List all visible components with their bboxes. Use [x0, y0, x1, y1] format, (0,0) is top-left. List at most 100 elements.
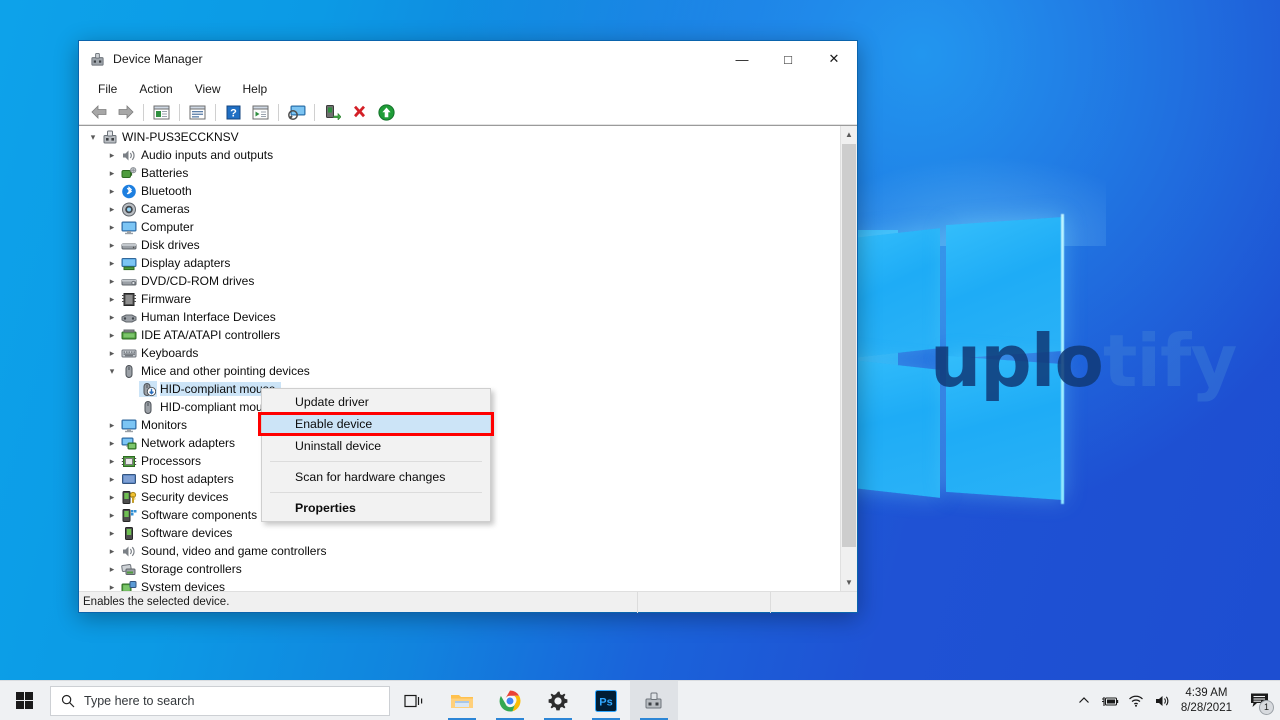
tree-node-4[interactable]: ▸ Computer — [79, 218, 840, 236]
tree-node-22[interactable]: ▸ Sound, video and game controllers — [79, 542, 840, 560]
tree-node-9[interactable]: ▸ Human Interface Devices — [79, 308, 840, 326]
chevron-right-icon[interactable]: ▸ — [104, 200, 120, 218]
file-explorer-button[interactable] — [438, 681, 486, 720]
clock[interactable]: 4:39 AM 8/28/2021 — [1175, 686, 1242, 715]
show-hide-console-tree-button[interactable] — [148, 101, 175, 124]
menu-bar[interactable]: File Action View Help — [79, 78, 857, 100]
chevron-right-icon[interactable]: ▸ — [104, 470, 120, 488]
tree-node-11[interactable]: ▸ Keyboards — [79, 344, 840, 362]
chevron-right-icon[interactable]: ▸ — [104, 308, 120, 326]
display-adapter-icon — [120, 255, 138, 271]
context-menu-item-update-driver[interactable]: Update driver — [262, 391, 490, 413]
tree-node-10[interactable]: ▸ IDE ATA/ATAPI controllers — [79, 326, 840, 344]
device-context-menu[interactable]: Update driver Enable device Uninstall devi… — [261, 388, 491, 522]
menu-view[interactable]: View — [184, 80, 232, 98]
tree-root-node[interactable]: ▾ WIN-PUS3ECCKNSV — [79, 128, 840, 146]
chevron-right-icon[interactable]: ▸ — [104, 578, 120, 591]
network-adapter-icon — [120, 435, 138, 451]
scroll-down-arrow[interactable]: ▼ — [841, 574, 857, 591]
toolbar[interactable]: ? — [79, 100, 857, 125]
uninstall-device-button[interactable] — [346, 101, 373, 124]
tree-node-21[interactable]: ▸ Software devices — [79, 524, 840, 542]
tree-node-label: Batteries — [141, 166, 189, 180]
chevron-right-icon[interactable]: ▸ — [104, 182, 120, 200]
chevron-right-icon[interactable]: ▸ — [104, 236, 120, 254]
tree-node-8[interactable]: ▸ Firmware — [79, 290, 840, 308]
chevron-right-icon[interactable]: ▸ — [104, 434, 120, 452]
title-bar[interactable]: Device Manager — □ ✕ — [79, 41, 857, 78]
disk-drive-icon — [120, 237, 138, 253]
tree-node-label: Security devices — [141, 490, 229, 504]
toolbar-separator — [215, 103, 216, 121]
show-hidden-icons-chevron[interactable] — [1071, 681, 1097, 720]
scan-for-hardware-changes-button[interactable] — [283, 101, 310, 124]
taskbar[interactable]: Type here to search Ps 4:39 AM 8/28/2021… — [0, 680, 1280, 720]
tree-node-1[interactable]: ▸ Batteries — [79, 164, 840, 182]
chevron-right-icon[interactable]: ▸ — [104, 506, 120, 524]
start-button[interactable] — [0, 681, 48, 720]
chevron-right-icon[interactable]: ▸ — [104, 344, 120, 362]
chrome-button[interactable] — [486, 681, 534, 720]
device-manager-window[interactable]: Device Manager — □ ✕ File Action View He… — [78, 40, 858, 613]
minimize-button[interactable]: — — [719, 41, 765, 78]
tree-node-12[interactable]: ▾ Mice and other pointing devices — [79, 362, 840, 380]
chevron-right-icon[interactable]: ▸ — [104, 542, 120, 560]
system-tray[interactable]: 4:39 AM 8/28/2021 1 — [1071, 681, 1280, 720]
chevron-right-icon[interactable]: ▸ — [104, 416, 120, 434]
chevron-right-icon[interactable]: ▸ — [104, 218, 120, 236]
tree-node-23[interactable]: ▸ Storage controllers — [79, 560, 840, 578]
vertical-scrollbar[interactable]: ▲ ▼ — [840, 126, 857, 591]
forward-button[interactable] — [112, 101, 139, 124]
chevron-right-icon[interactable]: ▸ — [104, 326, 120, 344]
context-menu-item-uninstall-device[interactable]: Uninstall device — [262, 435, 490, 457]
volume-icon[interactable] — [1149, 681, 1175, 720]
chevron-down-icon[interactable]: ▾ — [104, 362, 120, 380]
action-center-button[interactable]: 1 — [1242, 681, 1276, 720]
scroll-up-arrow[interactable]: ▲ — [841, 126, 857, 143]
chevron-right-icon[interactable]: ▸ — [104, 164, 120, 182]
tree-node-6[interactable]: ▸ Display adapters — [79, 254, 840, 272]
context-menu-item-enable-device[interactable]: Enable device — [262, 413, 490, 435]
show-hide-action-pane-button[interactable] — [247, 101, 274, 124]
chevron-right-icon[interactable]: ▸ — [104, 146, 120, 164]
chevron-right-icon[interactable]: ▸ — [104, 488, 120, 506]
back-button[interactable] — [85, 101, 112, 124]
search-input[interactable]: Type here to search — [50, 685, 390, 716]
tree-node-7[interactable]: ▸ DVD/CD-ROM drives — [79, 272, 840, 290]
chevron-right-icon[interactable]: ▸ — [104, 272, 120, 290]
tree-node-0[interactable]: ▸ Audio inputs and outputs — [79, 146, 840, 164]
context-menu-item-scan-for-hardware-changes[interactable]: Scan for hardware changes — [262, 466, 490, 488]
chevron-right-icon[interactable]: ▸ — [104, 524, 120, 542]
chevron-right-icon[interactable]: ▸ — [104, 560, 120, 578]
update-driver-button[interactable] — [373, 101, 400, 124]
window-controls[interactable]: — □ ✕ — [719, 41, 857, 78]
photoshop-button[interactable]: Ps — [582, 681, 630, 720]
chevron-down-icon[interactable]: ▾ — [85, 128, 101, 146]
help-button[interactable]: ? — [220, 101, 247, 124]
menu-action[interactable]: Action — [128, 80, 183, 98]
chevron-right-icon[interactable]: ▸ — [104, 254, 120, 272]
device-manager-taskbar-button[interactable] — [630, 680, 678, 720]
context-menu-item-properties[interactable]: Properties — [262, 497, 490, 519]
close-button[interactable]: ✕ — [811, 41, 857, 78]
tree-node-24[interactable]: ▸ System devices — [79, 578, 840, 591]
chevron-right-icon[interactable]: ▸ — [104, 290, 120, 308]
settings-button[interactable] — [534, 681, 582, 720]
tree-node-3[interactable]: ▸ Cameras — [79, 200, 840, 218]
tree-node-label: Cameras — [141, 202, 190, 216]
firmware-icon — [120, 291, 138, 307]
properties-button[interactable] — [184, 101, 211, 124]
scrollbar-thumb[interactable] — [842, 144, 856, 547]
chevron-right-icon[interactable]: ▸ — [104, 452, 120, 470]
menu-file[interactable]: File — [87, 80, 128, 98]
wifi-icon[interactable] — [1123, 681, 1149, 720]
toolbar-separator — [314, 103, 315, 121]
task-view-button[interactable] — [390, 681, 438, 720]
tree-node-2[interactable]: ▸ Bluetooth — [79, 182, 840, 200]
enable-device-button[interactable] — [319, 101, 346, 124]
tree-node-5[interactable]: ▸ Disk drives — [79, 236, 840, 254]
menu-help[interactable]: Help — [232, 80, 279, 98]
maximize-button[interactable]: □ — [765, 41, 811, 78]
battery-icon[interactable] — [1097, 681, 1123, 720]
tree-node-label: WIN-PUS3ECCKNSV — [122, 130, 239, 144]
